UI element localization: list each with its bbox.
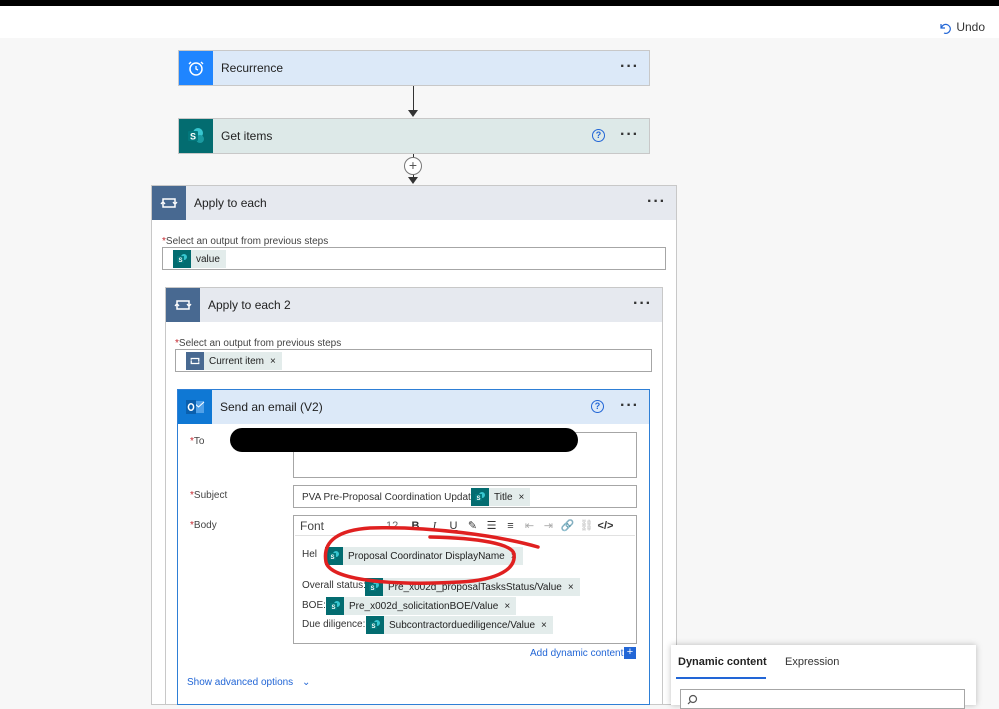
chevron-down-icon: ⌄: [301, 677, 311, 688]
apply-to-each-title[interactable]: Apply to each: [194, 196, 267, 210]
current-item-token[interactable]: Current item ×: [186, 352, 282, 370]
sharepoint-icon: S: [179, 119, 213, 153]
recurrence-card[interactable]: Recurrence ···: [178, 50, 650, 86]
apply-to-each-menu-button[interactable]: ···: [647, 194, 666, 210]
body-label: *Body: [190, 520, 217, 531]
subject-field[interactable]: PVA Pre-Proposal Coordination Update: S …: [293, 485, 637, 508]
code-view-icon[interactable]: </>: [596, 520, 615, 532]
sharepoint-icon: S: [471, 488, 489, 506]
recurrence-title: Recurrence: [221, 61, 284, 75]
due-diligence-label: Due diligence:: [302, 619, 366, 630]
tab-expression[interactable]: Expression: [785, 656, 839, 668]
show-advanced-options-button[interactable]: Show advanced options ⌄: [187, 677, 310, 688]
link-icon[interactable]: 🔗: [558, 519, 577, 532]
select-output-field[interactable]: Current item ×: [175, 349, 652, 372]
active-tab-indicator: [676, 677, 766, 679]
add-dynamic-content-link[interactable]: Add dynamic content: [530, 648, 623, 659]
dynamic-content-panel: Dynamic content Expression: [671, 645, 976, 709]
apply-to-each-2-title[interactable]: Apply to each 2: [208, 298, 291, 312]
unlink-icon[interactable]: ⛓: [577, 519, 596, 532]
undo-label: Undo: [956, 20, 985, 34]
remove-token-close-icon[interactable]: ×: [541, 620, 547, 631]
remove-token-close-icon[interactable]: ×: [519, 492, 525, 503]
remove-token-close-icon[interactable]: ×: [568, 582, 574, 593]
loop-icon: [186, 352, 204, 370]
subject-label: *Subject: [190, 490, 228, 501]
loop-icon: [152, 186, 186, 220]
connector-line: [413, 86, 414, 111]
get-items-title: Get items: [221, 129, 273, 143]
sharepoint-icon: S: [173, 250, 191, 268]
boe-label: BOE:: [302, 600, 326, 611]
alarm-clock-icon: [179, 51, 213, 85]
annotation-circle: [323, 526, 540, 585]
recurrence-menu-button[interactable]: ···: [620, 59, 639, 75]
add-step-plus-icon[interactable]: +: [404, 157, 422, 175]
select-output-label: *Select an output from previous steps: [175, 338, 342, 349]
help-icon[interactable]: ?: [592, 129, 605, 142]
subject-text: PVA Pre-Proposal Coordination Update:: [302, 492, 480, 503]
select-output-label: *Select an output from previous steps: [162, 236, 329, 247]
connector-arrow-icon: [408, 110, 418, 117]
send-email-menu-button[interactable]: ···: [620, 398, 639, 414]
undo-icon: [940, 23, 952, 34]
value-token[interactable]: S value: [173, 250, 226, 268]
tab-dynamic-content[interactable]: Dynamic content: [678, 656, 767, 668]
svg-text:S: S: [178, 258, 182, 264]
get-items-menu-button[interactable]: ···: [620, 127, 639, 143]
svg-text:S: S: [331, 605, 335, 611]
help-icon[interactable]: ?: [591, 400, 604, 413]
svg-text:S: S: [371, 624, 375, 630]
boe-token[interactable]: S Pre_x002d_solicitationBOE/Value ×: [326, 597, 517, 615]
select-output-field[interactable]: S value: [162, 247, 666, 270]
svg-text:S: S: [190, 132, 196, 142]
apply-to-each-2-menu-button[interactable]: ···: [633, 296, 652, 312]
sharepoint-icon: S: [366, 616, 384, 634]
dynamic-content-search-input[interactable]: [680, 689, 965, 709]
undo-button[interactable]: Undo: [938, 20, 985, 34]
search-icon: [687, 694, 698, 705]
svg-text:S: S: [476, 496, 480, 502]
outlook-icon: [178, 390, 212, 424]
send-email-title[interactable]: Send an email (V2): [220, 400, 323, 414]
due-diligence-token[interactable]: S Subcontractorduediligence/Value ×: [366, 616, 553, 634]
command-bar: Undo: [0, 6, 999, 38]
connector-arrow-icon: [408, 177, 418, 184]
remove-token-close-icon[interactable]: ×: [504, 601, 510, 612]
loop-icon: [166, 288, 200, 322]
add-dynamic-plus-icon[interactable]: +: [624, 647, 636, 659]
to-label: *To: [190, 436, 205, 447]
title-token[interactable]: S Title ×: [471, 488, 531, 506]
get-items-card[interactable]: S Get items ? ···: [178, 118, 650, 154]
redaction-mark: [230, 428, 578, 452]
remove-token-close-icon[interactable]: ×: [270, 356, 276, 367]
sharepoint-icon: S: [326, 597, 344, 615]
